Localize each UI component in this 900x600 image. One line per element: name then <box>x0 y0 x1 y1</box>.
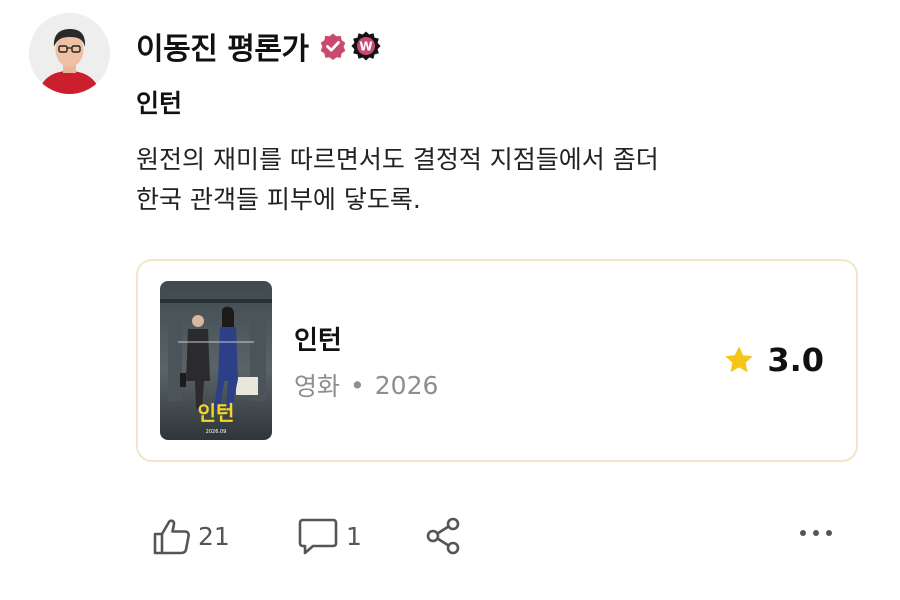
movie-poster: 인턴 2026.09 <box>160 281 272 440</box>
avatar[interactable] <box>29 13 110 94</box>
more-options-button[interactable] <box>800 530 832 536</box>
post-title: 인턴 <box>136 89 183 118</box>
thumbs-up-icon <box>153 519 190 555</box>
meta-separator: • <box>350 370 365 400</box>
poster-title-text: 인턴 <box>198 401 235 425</box>
like-button[interactable]: 21 <box>152 516 230 556</box>
w-badge-letter: W <box>359 40 372 54</box>
verified-badge-icon <box>320 33 345 60</box>
post-body-line: 원전의 재미를 따르면서도 결정적 지점들에서 좀더 <box>136 145 659 174</box>
movie-card[interactable]: 인턴 2026.09 인턴 영화 • 2026 3.0 <box>136 259 858 462</box>
movie-category: 영화 <box>294 372 341 401</box>
author-header: 이동진 평론가 W <box>136 24 381 68</box>
post-body: 원전의 재미를 따르면서도 결정적 지점들에서 좀더 한국 관객들 피부에 닿도… <box>136 140 836 220</box>
poster-date-text: 2026.09 <box>206 429 227 435</box>
movie-meta: 영화 • 2026 <box>294 367 438 403</box>
w-badge-icon: W <box>350 31 381 61</box>
movie-rating: 3.0 <box>723 341 824 379</box>
like-count: 21 <box>198 521 230 551</box>
movie-year: 2026 <box>374 370 439 400</box>
rating-value: 3.0 <box>767 341 824 379</box>
comment-button[interactable]: 1 <box>296 516 362 556</box>
author-name[interactable]: 이동진 평론가 <box>136 24 309 68</box>
avatar-image <box>29 13 110 94</box>
action-bar: 21 1 <box>0 510 900 566</box>
star-icon <box>725 346 754 373</box>
more-dot-icon <box>813 530 819 536</box>
share-button[interactable] <box>424 516 464 556</box>
comment-icon <box>298 518 338 555</box>
movie-title: 인턴 <box>294 326 342 356</box>
post-body-line: 한국 관객들 피부에 닿도록. <box>136 185 421 214</box>
more-dot-icon <box>826 530 832 536</box>
more-dot-icon <box>800 530 806 536</box>
share-icon <box>426 517 460 555</box>
comment-count: 1 <box>346 521 362 551</box>
